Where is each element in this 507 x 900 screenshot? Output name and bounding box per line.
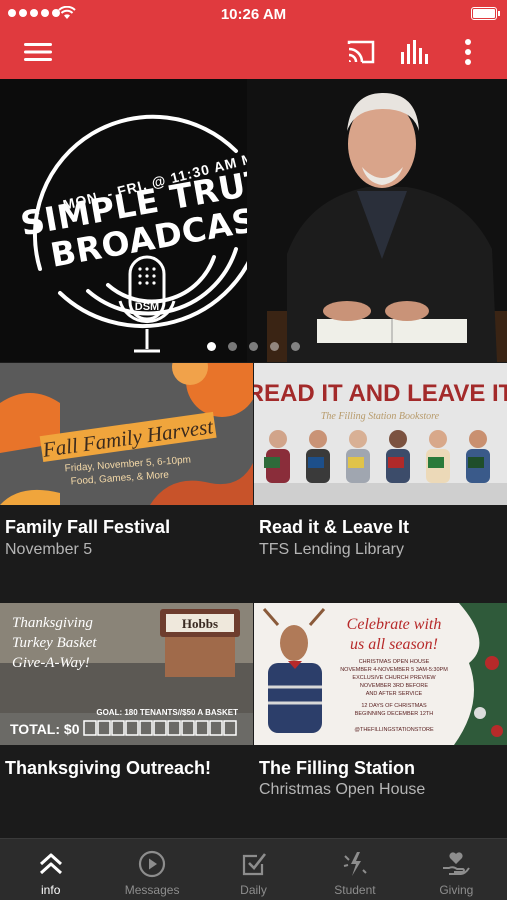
status-bar: 10:26 AM [0,0,507,30]
fall-harvest-artwork: Fall Family Harvest Friday, November 5, … [0,363,253,505]
more-icon[interactable] [452,36,484,68]
carousel-dot[interactable] [249,342,258,351]
hero-banner[interactable]: DSM MON. - FRI. @ 11:30 AM MST SIMPLE TR… [0,79,507,362]
card-image-heading: us all season! [350,636,438,653]
card-title: Read it & Leave It [259,517,410,537]
card-title: Family Fall Festival [5,517,171,537]
menu-icon[interactable] [22,36,54,68]
christmas-artwork: Celebrate with us all season! CHRISTMAS … [254,603,507,745]
status-time: 10:26 AM [220,6,287,23]
tab-messages[interactable]: Messages [101,839,202,900]
tab-label: Student [334,883,376,897]
carousel-dot[interactable] [291,342,300,351]
card-image-heading: READ IT AND LEAVE IT [254,380,507,407]
card-image-heading: Celebrate with [347,616,442,633]
check-square-icon [203,849,304,879]
spark-icon [304,849,405,879]
card-image-text: CHRISTMAS OPEN HOUSE [359,659,430,665]
battery-icon [471,7,500,20]
card-image-text: NOVEMBER 3RD BEFORE [360,683,428,689]
card-image-text: 12 DAYS OF CHRISTMAS [361,703,427,709]
carousel-dot[interactable] [270,342,279,351]
speaker-photo [247,79,507,362]
card-image-heading: Turkey Basket [12,635,97,651]
card-image-heading: Thanksgiving [12,615,93,631]
tab-label: Messages [124,883,180,897]
carousel-dot[interactable] [207,342,216,351]
card-subtitle: Christmas Open House [259,781,426,798]
card-image-text: BEGINNING DECEMBER 12TH [355,711,434,717]
card-subtitle: November 5 [5,541,93,558]
tab-giving[interactable]: Giving [406,839,507,900]
heart-hand-icon [406,849,507,879]
equalizer-icon[interactable] [397,36,433,68]
card-image: Celebrate with us all season! CHRISTMAS … [254,603,507,745]
tab-bar: info Messages Daily Student Giving [0,838,507,900]
tab-label: Daily [240,883,267,897]
app-root: 10:26 AM DSM MON. - FRI. @ 11:30 AM MST … [0,0,507,900]
card-image-heading: Give-A-Way! [12,655,90,671]
tab-label: info [41,883,61,897]
card-image-goal: GOAL: 180 TENANTS//$50 A BASKET [96,708,238,717]
chevrons-up-icon [0,849,101,879]
tab-daily[interactable]: Daily [203,839,304,900]
card-image-text: NOVEMBER 4-NOVEMBER 5 3AM-5:30PM [340,667,448,673]
tab-label: Giving [439,883,474,897]
card-subtitle: TFS Lending Library [259,541,404,558]
cast-icon[interactable] [343,36,379,68]
card-image-text: @THEFILLINGSTATIONSTORE [354,727,434,733]
card-image: Hobbs Thanksgiving Turkey Basket Give-A-… [0,603,253,745]
card-thanksgiving-outreach[interactable]: Hobbs Thanksgiving Turkey Basket Give-A-… [0,603,253,838]
card-title: Thanksgiving Outreach! [5,758,212,778]
tab-student[interactable]: Student [304,839,405,900]
mic-label: DSM [135,301,159,313]
card-read-it-leave-it[interactable]: READ IT AND LEAVE IT The Filling Station… [254,363,507,603]
thanksgiving-artwork: Hobbs Thanksgiving Turkey Basket Give-A-… [0,603,253,745]
top-bar: 10:26 AM [0,0,507,79]
card-image: READ IT AND LEAVE IT The Filling Station… [254,363,507,505]
card-family-fall-festival[interactable]: Fall Family Harvest Friday, November 5, … [0,363,253,603]
tab-info[interactable]: info [0,839,101,900]
card-image-sign: Hobbs [182,616,218,631]
carousel-dots[interactable] [0,342,507,351]
card-image: Fall Family Harvest Friday, November 5, … [0,363,253,505]
card-image-total: TOTAL: $0 [10,721,80,737]
carousel-dot[interactable] [228,342,237,351]
play-circle-icon [101,849,202,879]
card-image-text: AND AFTER SERVICE [366,691,423,697]
card-image-text: EXCLUSIVE CHURCH PREVIEW [352,675,436,681]
read-it-artwork: READ IT AND LEAVE IT The Filling Station… [254,363,507,505]
card-title: The Filling Station [259,758,415,778]
card-image-text: The Filling Station Bookstore [321,411,440,422]
card-filling-station[interactable]: Celebrate with us all season! CHRISTMAS … [254,603,507,838]
